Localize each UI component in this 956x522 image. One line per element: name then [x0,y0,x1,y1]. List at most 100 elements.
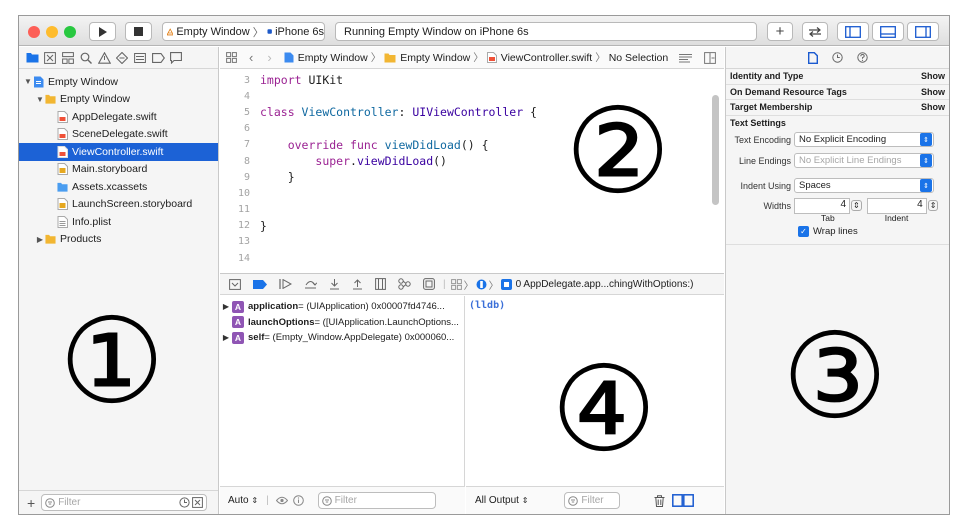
breadcrumb-project[interactable]: Empty Window [298,52,368,64]
variable-row[interactable]: ▶ A self = (Empty_Window.AppDelegate) 0x… [220,330,464,346]
hide-debug-area-icon[interactable] [229,278,241,290]
editor-scrollbar[interactable] [712,95,719,205]
toggle-inspector-button[interactable] [907,22,939,41]
help-inspector-icon[interactable] [856,52,868,63]
tree-row-project[interactable]: ▼ Empty Window [19,73,218,91]
tab-width-field[interactable]: 4 [794,197,850,214]
resource-tags-section-header[interactable]: On Demand Resource Tags Show [726,85,949,100]
variable-row[interactable]: A launchOptions = ([UIApplication.Launch… [220,315,464,331]
stack-frame-label[interactable]: 0 AppDelegate.app...chingWithOptions:) [516,279,694,290]
toggle-debug-area-button[interactable] [872,22,904,41]
variables-filter-input[interactable]: Filter [317,492,436,509]
breakpoints-toggle-icon[interactable] [253,279,267,289]
indent-width-field[interactable]: 4 [866,197,927,214]
memory-graph-icon[interactable] [398,278,411,290]
project-navigator-tab[interactable] [25,51,39,65]
navigator-filter-input[interactable]: Filter [41,494,208,511]
line-endings-popup[interactable]: No Explicit Line Endings ⇕ [794,153,934,168]
warning-icon [97,51,111,64]
disclosure-triangle-icon[interactable]: ▶ [220,333,232,342]
target-membership-section-header[interactable]: Target Membership Show [726,100,949,116]
tree-row-file[interactable]: LaunchScreen.storyboard [19,196,218,214]
close-window-button[interactable] [28,26,40,38]
scheme-selector[interactable]: Empty Window 〉 iPhone 6s [162,22,325,41]
wrap-lines-row[interactable]: ✓ Wrap lines [798,225,949,237]
library-button[interactable]: + [767,22,793,41]
tree-row-file[interactable]: Info.plist [19,213,218,231]
toggle-navigator-button[interactable] [837,22,869,41]
tree-row-file[interactable]: Main.storyboard [19,161,218,179]
debug-navigator-tab[interactable] [133,51,147,65]
file-inspector-icon[interactable] [807,51,818,64]
split-view-icon[interactable] [672,494,695,507]
trash-icon[interactable] [654,494,665,507]
stop-button[interactable] [125,22,152,41]
view-debugger-icon[interactable] [375,278,386,290]
report-navigator-tab[interactable] [169,51,183,65]
history-inspector-icon[interactable] [831,52,843,63]
disclosure-triangle-icon[interactable]: ▶ [220,302,232,311]
breadcrumb-group[interactable]: Empty Window [400,52,470,64]
issue-navigator-tab[interactable] [97,51,111,65]
text-encoding-popup[interactable]: No Explicit Encoding ⇕ [794,132,934,147]
tree-row-file[interactable]: Assets.xcassets [19,178,218,196]
auto-label: Auto [228,495,249,506]
breadcrumb-symbol[interactable]: No Selection [609,52,669,64]
storyboard-icon [57,198,68,211]
variable-row[interactable]: ▶ A application = (UIApplication) 0x0000… [220,299,464,315]
zoom-window-button[interactable] [64,26,76,38]
source-control-filter-icon[interactable] [192,497,204,508]
output-select[interactable]: All Output ⇕ [475,495,528,506]
code-review-button[interactable] [802,22,828,41]
run-button[interactable] [89,22,116,41]
identity-section-header[interactable]: Identity and Type Show [726,69,949,85]
tree-row-file[interactable]: AppDelegate.swift [19,108,218,126]
thread-grid-icon[interactable] [450,278,462,290]
stepper-icon: ⇕ [521,496,529,505]
thread-icon[interactable] [476,279,487,290]
step-into-icon[interactable] [329,278,340,290]
symbol-navigator-tab[interactable] [61,51,75,65]
eye-icon[interactable] [275,496,288,505]
test-navigator-tab[interactable] [115,51,129,65]
console-filter-input[interactable]: Filter [564,492,621,509]
show-button[interactable]: Show [921,102,945,112]
back-arrow-icon[interactable]: ‹ [249,50,253,65]
tree-row-file[interactable]: SceneDelegate.swift [19,126,218,144]
wrap-lines-checkbox[interactable]: ✓ [798,225,809,237]
console-view[interactable]: (lldb) ④ [466,296,724,486]
code-line[interactable]: 12} [220,218,724,234]
find-navigator-tab[interactable] [79,51,93,65]
add-file-button[interactable]: + [27,495,35,511]
continue-icon[interactable] [279,279,292,289]
step-over-icon[interactable] [304,279,317,289]
recent-files-icon[interactable] [179,497,190,508]
disclosure-triangle-icon[interactable]: ▼ [23,77,33,86]
source-control-tab[interactable] [43,51,57,65]
variable-badge: A [232,300,244,313]
tab-width-stepper[interactable]: ⇕ [851,200,862,211]
add-editor-icon[interactable] [704,51,716,64]
show-button[interactable]: Show [921,87,945,97]
auto-select[interactable]: Auto ⇕ [228,495,258,506]
forward-arrow-icon[interactable]: › [267,50,271,65]
code-line[interactable]: 13 [220,234,724,250]
breakpoint-navigator-tab[interactable] [151,51,165,65]
indent-using-popup[interactable]: Spaces ⇕ [794,178,934,193]
disclosure-triangle-icon[interactable]: ▼ [35,95,45,104]
tree-row-group[interactable]: ▼ Empty Window [19,91,218,109]
step-out-icon[interactable] [352,278,363,290]
minimap-icon[interactable] [679,53,692,63]
minimize-window-button[interactable] [46,26,58,38]
tree-row-file-selected[interactable]: ViewController.swift [19,143,218,161]
show-button[interactable]: Show [921,71,945,81]
environment-overrides-icon[interactable] [423,278,435,290]
indent-width-stepper[interactable]: ⇕ [927,200,939,211]
grid-icon[interactable] [226,52,237,63]
code-line[interactable]: 14 [220,250,724,266]
tree-row-group[interactable]: ▶ Products [19,231,218,249]
stack-frame-icon[interactable] [500,278,512,290]
breadcrumb-file[interactable]: ViewController.swift [501,52,592,64]
disclosure-triangle-icon[interactable]: ▶ [35,235,45,244]
info-icon[interactable] [292,495,304,506]
